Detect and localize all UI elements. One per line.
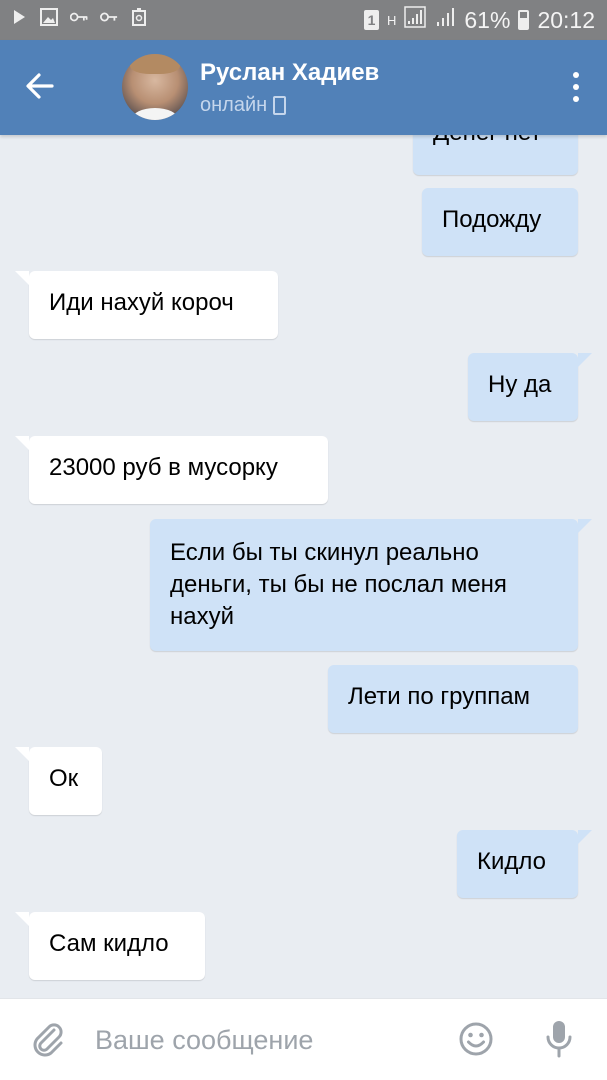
microphone-icon[interactable]: [544, 1019, 574, 1059]
message-text: Ну да: [488, 371, 552, 398]
message-text: Иди нахуй короч: [49, 289, 234, 316]
composer-bar: [0, 998, 607, 1080]
system-indicators: 1 H 61% 20:12: [364, 6, 595, 34]
recycle-icon: [130, 8, 148, 26]
network-h-icon: H: [387, 12, 397, 28]
message-bubble-outgoing[interactable]: Если бы ты скинул реально деньги, ты бы …: [150, 519, 592, 651]
message-text: Кидло: [477, 848, 547, 875]
online-status: онлайн: [200, 94, 287, 117]
clock: 20:12: [537, 6, 595, 33]
message-bubble-outgoing[interactable]: Лети по группам: [328, 665, 578, 733]
paperclip-icon[interactable]: [28, 1019, 68, 1059]
notification-icons: [10, 8, 148, 26]
message-bubble-outgoing[interactable]: Денег нет: [413, 135, 578, 175]
more-options-icon[interactable]: [571, 72, 581, 102]
battery-percent: 61%: [464, 6, 511, 33]
message-bubble-incoming[interactable]: 23000 руб в мусорку: [15, 436, 328, 504]
signal-icon: [434, 6, 456, 34]
message-text: Денег нет: [433, 135, 541, 146]
message-bubble-incoming[interactable]: Иди нахуй короч: [15, 271, 278, 339]
play-icon: [10, 8, 28, 26]
message-bubble-outgoing[interactable]: Кидло: [457, 830, 592, 898]
signal-icon: [404, 6, 427, 34]
message-text: Лети по группам: [348, 683, 531, 710]
chat-header: Руслан Хадиев онлайн: [0, 40, 607, 135]
message-list[interactable]: Денег нет Подожду Иди нахуй короч Ну да …: [0, 135, 607, 998]
emoji-icon[interactable]: [458, 1021, 494, 1057]
message-text: Ок: [49, 765, 79, 792]
image-icon: [40, 8, 58, 26]
sim-icon: 1: [364, 10, 379, 30]
key-small-icon: [100, 8, 118, 26]
contact-name[interactable]: Руслан Хадиев: [200, 59, 379, 87]
message-bubble-outgoing[interactable]: Ну да: [468, 353, 592, 421]
key-icon: [70, 8, 88, 26]
message-bubble-outgoing[interactable]: Подожду: [422, 188, 578, 256]
message-text: 23000 руб в мусорку: [49, 454, 278, 481]
avatar[interactable]: [122, 54, 188, 120]
back-arrow-icon[interactable]: [22, 68, 58, 104]
message-bubble-incoming[interactable]: Сам кидло: [15, 912, 205, 980]
message-input[interactable]: [95, 1021, 425, 1059]
mobile-phone-icon: [273, 96, 287, 115]
status-bar: 1 H 61% 20:12: [0, 0, 607, 40]
message-text: Если бы ты скинул реально деньги, ты бы …: [170, 539, 507, 630]
message-bubble-incoming[interactable]: Ок: [15, 747, 102, 815]
online-status-text: онлайн: [200, 94, 268, 116]
message-text: Сам кидло: [49, 930, 169, 957]
battery-icon: [518, 10, 530, 30]
message-text: Подожду: [442, 206, 542, 233]
